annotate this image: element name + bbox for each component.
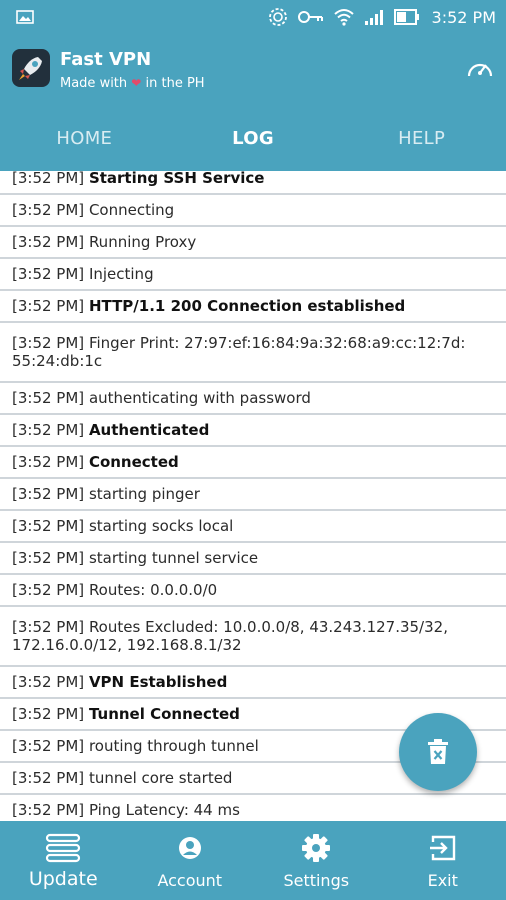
tab-home[interactable]: HOME bbox=[0, 121, 169, 171]
nav-update[interactable]: Update bbox=[0, 821, 127, 900]
log-time: [3:52 PM] bbox=[12, 421, 85, 439]
log-time: [3:52 PM] bbox=[12, 453, 85, 471]
log-message: Authenticated bbox=[88, 421, 210, 439]
log-message-continued: 172.16.0.0/12, 192.168.8.1/32 bbox=[12, 636, 242, 654]
log-time: [3:52 PM] bbox=[12, 485, 85, 503]
vpn-ring-icon bbox=[268, 8, 287, 26]
log-time: [3:52 PM] bbox=[12, 517, 85, 535]
nav-exit[interactable]: Exit bbox=[380, 821, 506, 900]
log-time: [3:52 PM] bbox=[12, 201, 85, 219]
log-message: authenticating with password bbox=[88, 389, 311, 407]
battery-icon bbox=[393, 9, 419, 25]
account-icon bbox=[178, 837, 201, 859]
log-entry: [3:52 PM] Finger Print: 27:97:ef:16:84:9… bbox=[0, 323, 506, 383]
wifi-icon bbox=[333, 9, 354, 26]
log-time: [3:52 PM] bbox=[12, 618, 85, 636]
log-time: [3:52 PM] bbox=[12, 581, 85, 599]
log-message: Running Proxy bbox=[88, 233, 197, 251]
app-subtitle: Made with ❤ in the PH bbox=[60, 76, 205, 91]
log-message: VPN Established bbox=[88, 673, 228, 691]
tab-log[interactable]: LOG bbox=[169, 121, 338, 171]
exit-icon bbox=[429, 835, 455, 861]
log-message: routing through tunnel bbox=[88, 737, 259, 755]
subtitle-post: in the PH bbox=[145, 76, 205, 91]
log-message: Finger Print: 27:97:ef:16:84:9a:32:68:a9… bbox=[88, 334, 466, 352]
log-time: [3:52 PM] bbox=[12, 549, 85, 567]
log-entry: [3:52 PM] Ping Latency: 44 ms bbox=[0, 795, 506, 821]
log-message: starting pinger bbox=[88, 485, 200, 503]
log-message: starting socks local bbox=[88, 517, 234, 535]
log-message: Injecting bbox=[88, 265, 154, 283]
log-time: [3:52 PM] bbox=[12, 769, 85, 787]
app-bar: Fast VPN Made with ❤ in the PH HOME LOG … bbox=[0, 36, 506, 171]
log-entry: [3:52 PM] starting pinger bbox=[0, 479, 506, 511]
log-time: [3:52 PM] bbox=[12, 233, 85, 251]
nav-account[interactable]: Account bbox=[127, 821, 254, 900]
bottom-nav: Update Account Settings Exit bbox=[0, 821, 506, 900]
rocket-logo-icon bbox=[12, 49, 50, 87]
log-message: HTTP/1.1 200 Connection established bbox=[88, 297, 406, 315]
log-time: [3:52 PM] bbox=[12, 297, 85, 315]
status-bar: 3:52 PM bbox=[0, 0, 506, 36]
tab-help[interactable]: HELP bbox=[337, 121, 506, 171]
log-time: [3:52 PM] bbox=[12, 265, 85, 283]
speedometer-icon[interactable] bbox=[466, 56, 494, 80]
log-time: [3:52 PM] bbox=[12, 801, 85, 819]
log-entry: [3:52 PM] Routes: 0.0.0.0/0 bbox=[0, 575, 506, 607]
tab-bar: HOME LOG HELP bbox=[0, 121, 506, 171]
log-entry: [3:52 PM] Running Proxy bbox=[0, 227, 506, 259]
signal-icon bbox=[364, 10, 383, 25]
log-entry: [3:52 PM] Routes Excluded: 10.0.0.0/8, 4… bbox=[0, 607, 506, 667]
nav-exit-label: Exit bbox=[427, 871, 458, 890]
nav-update-label: Update bbox=[28, 868, 98, 890]
log-message: tunnel core started bbox=[88, 769, 233, 787]
log-message: Connecting bbox=[88, 201, 175, 219]
nav-account-label: Account bbox=[157, 871, 223, 890]
log-message: starting tunnel service bbox=[88, 549, 259, 567]
log-time: [3:52 PM] bbox=[12, 334, 85, 352]
log-entry: [3:52 PM] authenticating with password bbox=[0, 383, 506, 415]
log-entry: [3:52 PM] Connected bbox=[0, 447, 506, 479]
heart-icon: ❤ bbox=[131, 76, 142, 90]
nav-settings-label: Settings bbox=[283, 871, 350, 890]
log-entry: [3:52 PM] starting tunnel service bbox=[0, 543, 506, 575]
log-message: Connected bbox=[88, 453, 179, 471]
image-icon bbox=[16, 10, 34, 24]
log-entry: [3:52 PM] Injecting bbox=[0, 259, 506, 291]
log-time: [3:52 PM] bbox=[12, 171, 85, 187]
gear-icon bbox=[302, 834, 331, 862]
log-entry: [3:52 PM] starting socks local bbox=[0, 511, 506, 543]
log-message: Starting SSH Service bbox=[88, 171, 265, 187]
log-entry: [3:52 PM] HTTP/1.1 200 Connection establ… bbox=[0, 291, 506, 323]
log-entry: [3:52 PM] Connecting bbox=[0, 195, 506, 227]
log-message: Ping Latency: 44 ms bbox=[88, 801, 240, 819]
stack-icon bbox=[46, 833, 81, 863]
key-icon bbox=[297, 11, 323, 23]
app-title: Fast VPN bbox=[60, 49, 152, 70]
nav-settings[interactable]: Settings bbox=[253, 821, 380, 900]
subtitle-pre: Made with bbox=[60, 76, 128, 91]
log-entry: [3:52 PM] VPN Established bbox=[0, 667, 506, 699]
log-entry: [3:52 PM] Authenticated bbox=[0, 415, 506, 447]
status-time: 3:52 PM bbox=[431, 7, 496, 27]
log-time: [3:52 PM] bbox=[12, 737, 85, 755]
log-entry: [3:52 PM] Starting SSH Service bbox=[0, 171, 506, 195]
log-message: Tunnel Connected bbox=[88, 705, 240, 723]
log-time: [3:52 PM] bbox=[12, 389, 85, 407]
clear-log-button[interactable] bbox=[399, 713, 477, 791]
trash-icon bbox=[428, 739, 448, 764]
log-time: [3:52 PM] bbox=[12, 673, 85, 691]
log-message-continued: 55:24:db:1c bbox=[12, 352, 103, 370]
log-time: [3:52 PM] bbox=[12, 705, 85, 723]
log-message: Routes Excluded: 10.0.0.0/8, 43.243.127.… bbox=[88, 618, 448, 636]
log-message: Routes: 0.0.0.0/0 bbox=[88, 581, 218, 599]
